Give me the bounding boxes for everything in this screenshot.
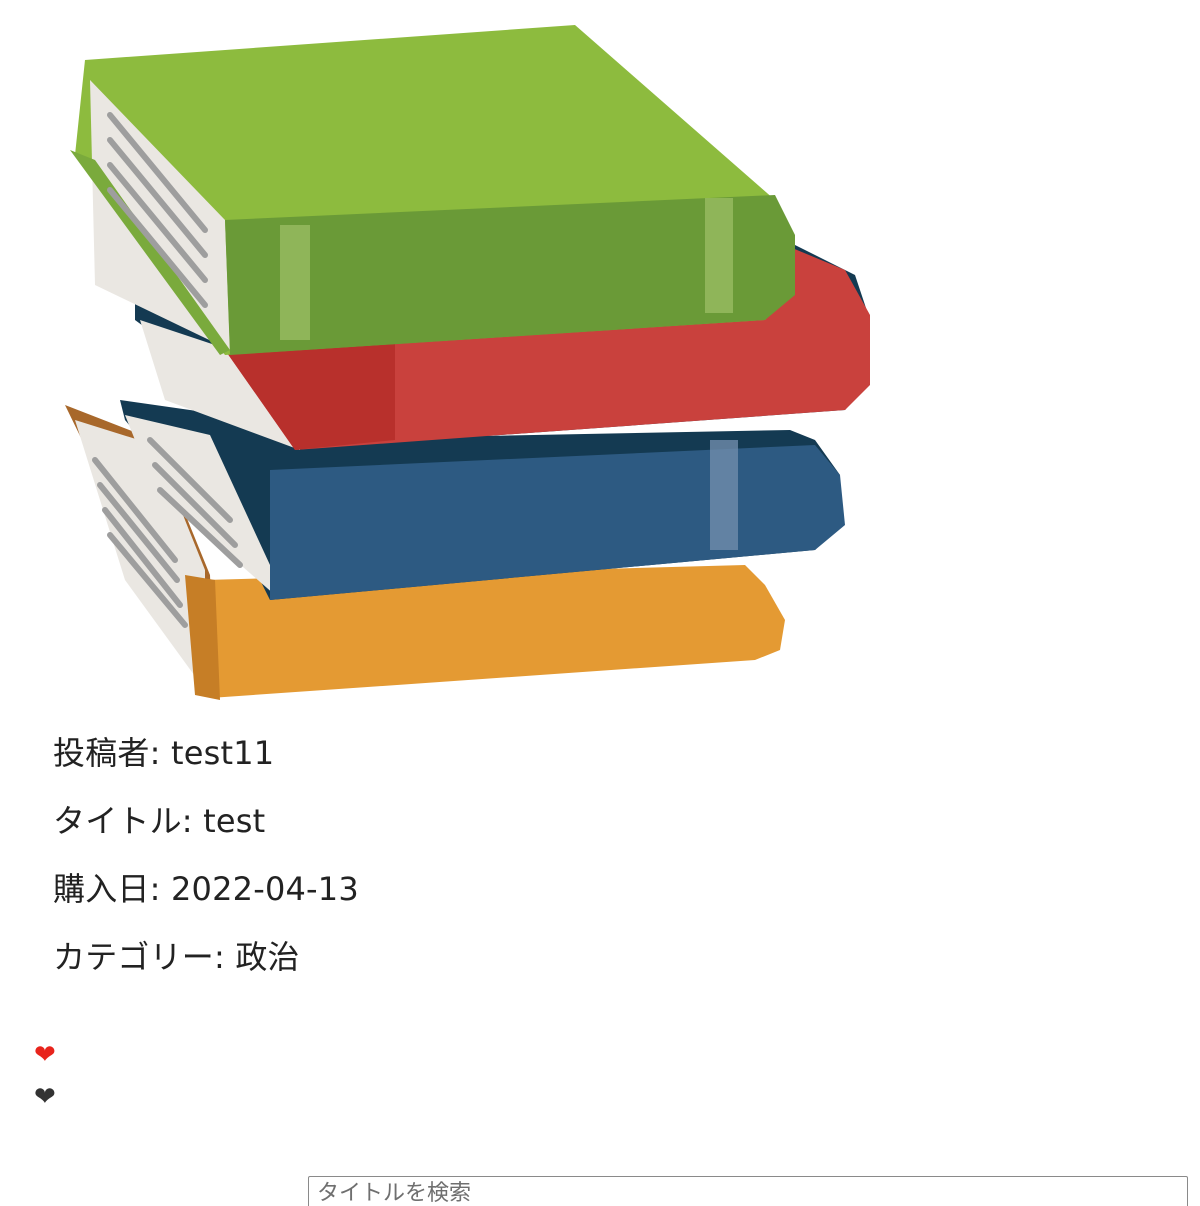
post-detail-page: 投稿者: test11 タイトル: test 購入日: 2022-04-13 カ… — [0, 0, 1200, 1206]
post-info: 投稿者: test11 タイトル: test 購入日: 2022-04-13 カ… — [53, 736, 359, 1008]
poster-text: 投稿者: test11 — [53, 734, 275, 772]
books-stack-image — [65, 25, 870, 700]
unlike-heart-icon[interactable]: ❤ — [34, 1082, 56, 1112]
category-text: カテゴリー: 政治 — [53, 938, 300, 976]
title-text: タイトル: test — [53, 802, 266, 840]
like-controls: ❤ ❤ — [34, 1040, 56, 1124]
like-heart-icon[interactable]: ❤ — [34, 1040, 56, 1070]
purchase-date-text: 購入日: 2022-04-13 — [53, 870, 359, 908]
green-book — [70, 25, 795, 355]
title-search-input[interactable] — [308, 1176, 1188, 1206]
